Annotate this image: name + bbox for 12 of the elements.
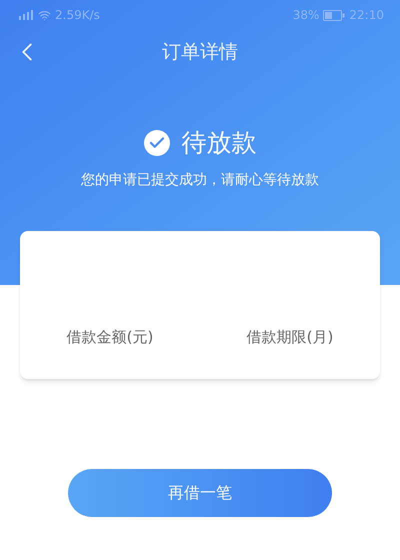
borrow-again-button[interactable]: 再借一笔 — [68, 468, 332, 516]
battery-percent: 38% — [292, 7, 320, 24]
network-speed: 2.59K/s — [55, 7, 100, 24]
status-title: 待放款 — [182, 127, 256, 159]
battery-icon — [323, 10, 346, 20]
page-title: 订单详情 — [162, 40, 238, 65]
field-label: 借款金额(元) — [66, 327, 154, 348]
signal-icon — [16, 10, 34, 20]
clock-time: 22:10 — [349, 7, 384, 24]
field-label: 借款期限(月) — [246, 327, 334, 348]
wifi-icon — [38, 8, 51, 22]
status-message: 您的申请已提交成功，请耐心等待放款 — [81, 170, 319, 190]
